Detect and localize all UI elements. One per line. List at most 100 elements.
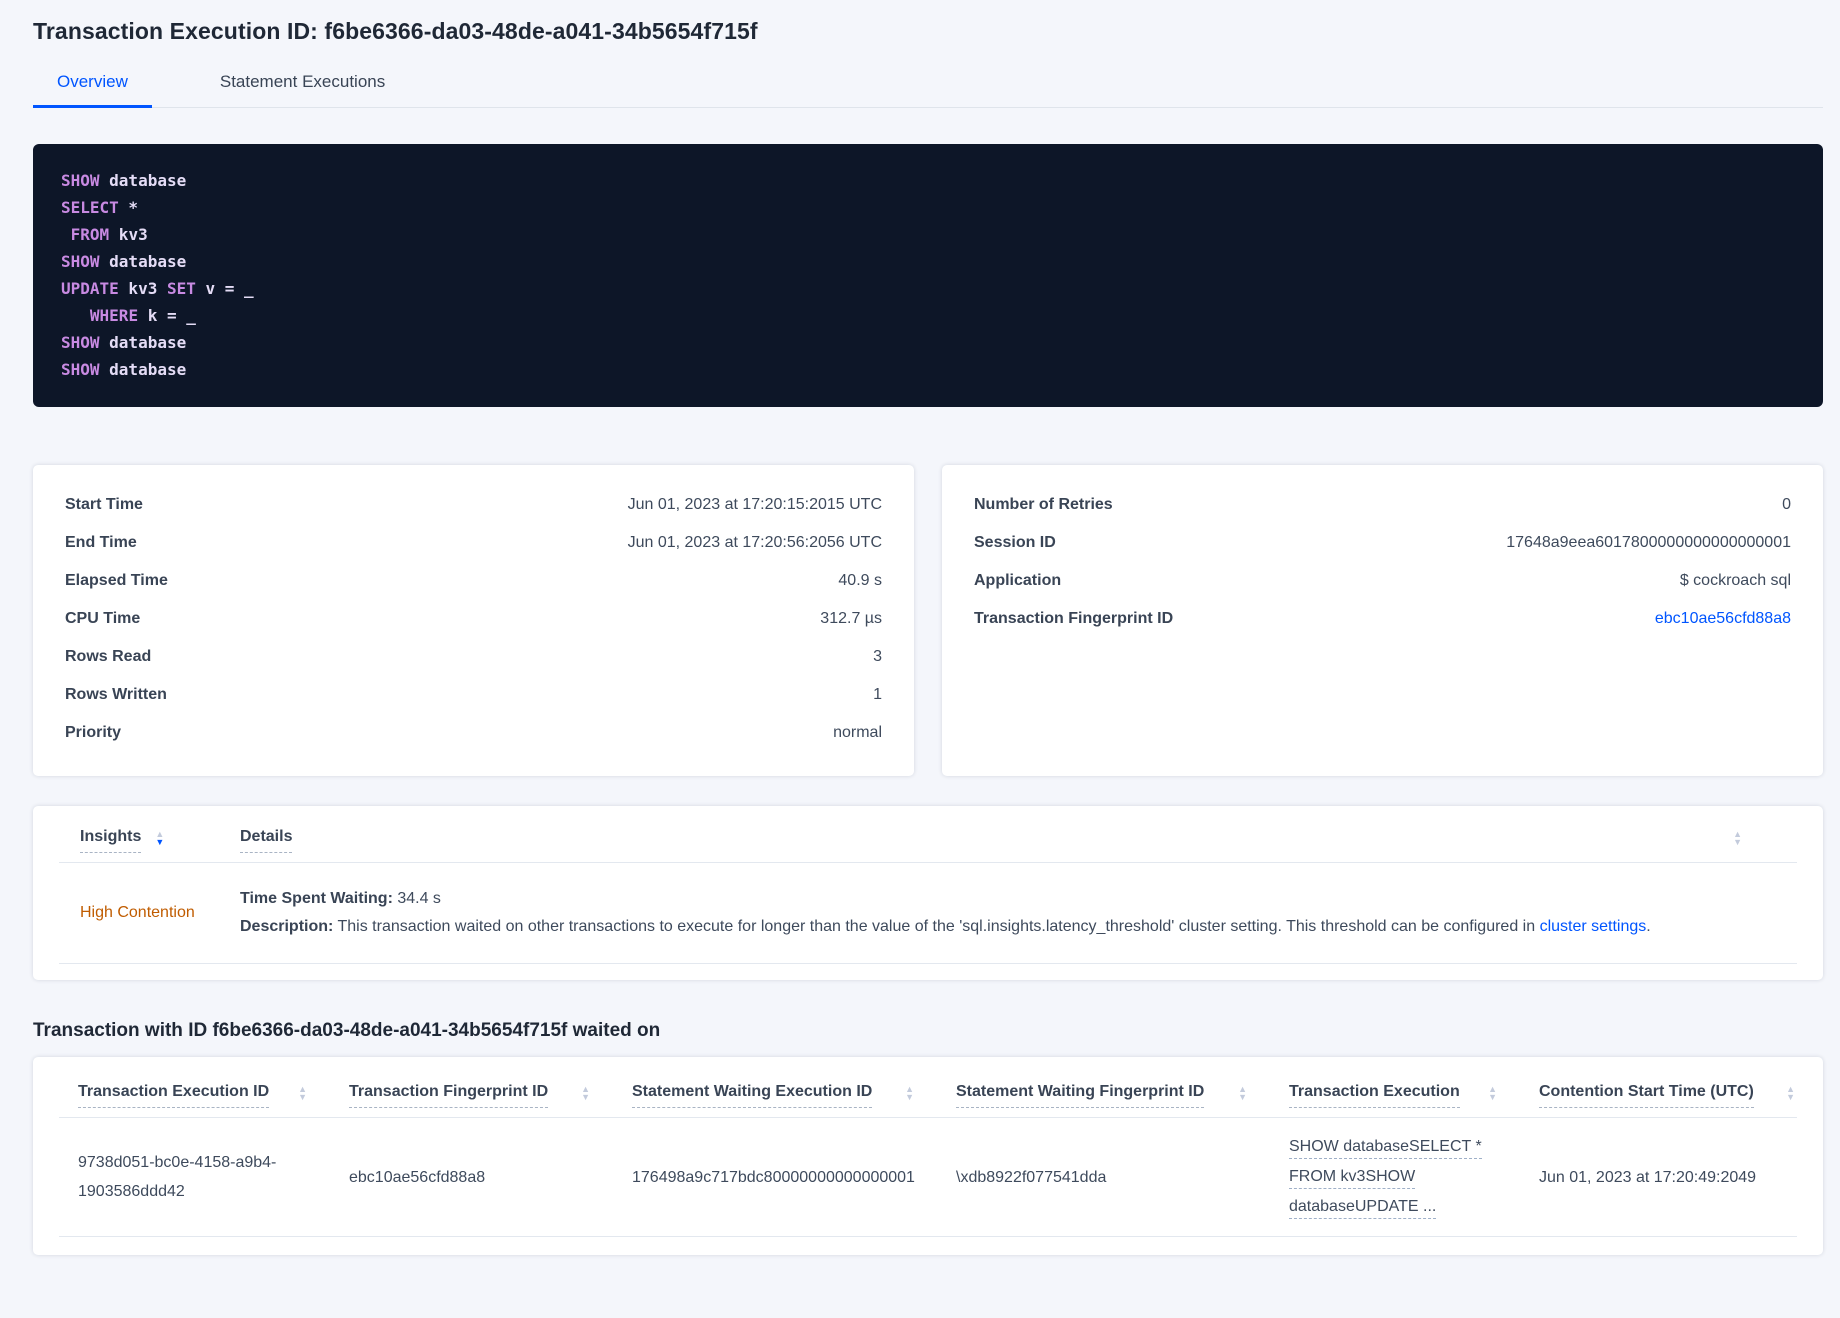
summary-value: 40.9 s bbox=[838, 572, 882, 589]
summary-label: Rows Read bbox=[65, 648, 152, 665]
sort-icon[interactable]: ▲ ▼ bbox=[581, 1085, 590, 1102]
column-label[interactable]: Transaction Execution bbox=[1289, 1083, 1460, 1108]
summary-row: Number of Retries 0 bbox=[974, 486, 1791, 524]
tab-overview[interactable]: Overview bbox=[33, 72, 152, 108]
sql-keyword: WHERE bbox=[89, 306, 139, 325]
sql-keyword: FROM bbox=[70, 225, 110, 244]
summary-label: Number of Retries bbox=[974, 496, 1113, 513]
column-header-contention-start-time: Contention Start Time (UTC) ▲ ▼ bbox=[1539, 1083, 1797, 1108]
session-summary-card: Number of Retries 0 Session ID 17648a9eea60… bbox=[942, 465, 1823, 776]
cell-transaction-fingerprint-id: ebc10ae56cfd88a8 bbox=[349, 1168, 486, 1186]
sql-keyword: SHOW bbox=[61, 252, 100, 271]
summary-row: Rows Written 1 bbox=[65, 676, 882, 714]
summary-label: CPU Time bbox=[65, 610, 141, 627]
sql-line: SHOW database bbox=[61, 356, 1795, 383]
sql-identifier: database bbox=[99, 252, 187, 271]
sql-identifier: database bbox=[99, 360, 187, 379]
column-label[interactable]: Transaction Fingerprint ID bbox=[349, 1083, 549, 1108]
sort-icon[interactable]: ▲ ▼ bbox=[905, 1085, 914, 1102]
sql-keyword: SHOW bbox=[61, 171, 100, 190]
insight-type-badge: High Contention bbox=[80, 904, 195, 921]
summary-row: Transaction Fingerprint ID ebc10ae56cfd88… bbox=[974, 600, 1791, 638]
insight-row: High Contention Time Spent Waiting: 34.4… bbox=[59, 863, 1797, 963]
summary-value: 312.7 µs bbox=[820, 610, 882, 627]
transaction-execution-line[interactable]: databaseUPDATE ... bbox=[1289, 1196, 1437, 1219]
column-header-transaction-execution-id: Transaction Execution ID ▲ ▼ bbox=[78, 1083, 349, 1108]
sql-identifier bbox=[61, 225, 71, 244]
sql-line: WHERE k = _ bbox=[61, 302, 1795, 329]
column-label[interactable]: Statement Waiting Fingerprint ID bbox=[956, 1083, 1205, 1108]
sort-icon[interactable]: ▲ ▼ bbox=[1238, 1085, 1247, 1102]
waited-on-table-card: Transaction Execution ID ▲ ▼ Transaction … bbox=[33, 1057, 1823, 1255]
sql-keyword: SET bbox=[166, 279, 196, 298]
tab-bar: Overview Statement Executions bbox=[33, 72, 1823, 108]
sql-identifier: kv3 bbox=[118, 279, 167, 298]
summary-value: 17648a9eea6017800000000000000001 bbox=[1506, 534, 1791, 551]
insights-column-label[interactable]: Insights bbox=[80, 828, 142, 853]
sort-icon[interactable]: ▲ ▼ bbox=[155, 830, 164, 853]
summary-row: Application $ cockroach sql bbox=[974, 562, 1791, 600]
page-title: Transaction Execution ID: f6be6366-da03-… bbox=[33, 18, 758, 44]
summary-label: Session ID bbox=[974, 534, 1056, 551]
summary-label: Rows Written bbox=[65, 686, 167, 703]
sql-line: UPDATE kv3 SET v = _ bbox=[61, 275, 1795, 302]
time-spent-waiting-label: Time Spent Waiting: bbox=[240, 890, 393, 907]
summary-row: CPU Time 312.7 µs bbox=[65, 600, 882, 638]
summary-value: 3 bbox=[873, 648, 882, 665]
column-header-transaction-execution: Transaction Execution ▲ ▼ bbox=[1289, 1083, 1539, 1108]
summary-row: End Time Jun 01, 2023 at 17:20:56:2056 UT… bbox=[65, 524, 882, 562]
sql-identifier: v = _ bbox=[195, 279, 254, 298]
summary-value: Jun 01, 2023 at 17:20:15:2015 UTC bbox=[627, 496, 882, 513]
summary-label: Start Time bbox=[65, 496, 143, 513]
sql-identifier: database bbox=[99, 171, 187, 190]
sort-icon[interactable]: ▲ ▼ bbox=[1488, 1085, 1497, 1102]
sql-statements-box: SHOW database SELECT * FROM kv3 SHOW datab… bbox=[33, 144, 1823, 407]
insights-column-header: Insights ▲ ▼ bbox=[80, 828, 240, 853]
summary-row: Rows Read 3 bbox=[65, 638, 882, 676]
sql-identifier: kv3 bbox=[109, 225, 148, 244]
cell-contention-start-time: Jun 01, 2023 at 17:20:49:2049 bbox=[1539, 1168, 1757, 1186]
tab-statement-executions[interactable]: Statement Executions bbox=[196, 72, 409, 107]
sql-identifier bbox=[61, 306, 90, 325]
transaction-execution-line[interactable]: FROM kv3SHOW bbox=[1289, 1166, 1416, 1189]
sql-line: SHOW database bbox=[61, 167, 1795, 194]
sql-identifier: * bbox=[118, 198, 139, 217]
column-header-transaction-fingerprint-id: Transaction Fingerprint ID ▲ ▼ bbox=[349, 1083, 632, 1108]
summary-label: End Time bbox=[65, 534, 137, 551]
column-header-statement-waiting-execution-id: Statement Waiting Execution ID ▲ ▼ bbox=[632, 1083, 956, 1108]
summary-label: Application bbox=[974, 572, 1062, 589]
cell-statement-waiting-execution-id: 176498a9c717bdc80000000000000001 bbox=[632, 1168, 915, 1186]
time-spent-waiting: Time Spent Waiting: 34.4 s bbox=[240, 887, 1797, 911]
details-column-label[interactable]: Details bbox=[240, 828, 293, 853]
cell-statement-waiting-fingerprint-id: \xdb8922f077541dda bbox=[956, 1168, 1107, 1186]
insight-details: Time Spent Waiting: 34.4 s Description: … bbox=[240, 883, 1797, 943]
description-suffix: . bbox=[1646, 918, 1651, 935]
column-header-statement-waiting-fingerprint-id: Statement Waiting Fingerprint ID ▲ ▼ bbox=[956, 1083, 1289, 1108]
sort-icon[interactable]: ▲ ▼ bbox=[1733, 830, 1742, 847]
insight-description: Description: This transaction waited on … bbox=[240, 915, 1797, 939]
summary-value: Jun 01, 2023 at 17:20:56:2056 UTC bbox=[627, 534, 882, 551]
time-spent-waiting-value: 34.4 s bbox=[392, 890, 441, 907]
cell-transaction-execution-link[interactable]: SHOW databaseSELECT * FROM kv3SHOW datab… bbox=[1289, 1132, 1539, 1222]
sort-icon[interactable]: ▲ ▼ bbox=[298, 1085, 307, 1102]
column-label[interactable]: Statement Waiting Execution ID bbox=[632, 1083, 873, 1108]
column-label[interactable]: Contention Start Time (UTC) bbox=[1539, 1083, 1754, 1108]
transaction-execution-line[interactable]: SHOW databaseSELECT * bbox=[1289, 1136, 1482, 1159]
summary-value: normal bbox=[833, 724, 882, 741]
summary-label: Priority bbox=[65, 724, 122, 741]
sql-line: FROM kv3 bbox=[61, 221, 1795, 248]
cluster-settings-link[interactable]: cluster settings bbox=[1540, 918, 1647, 935]
summary-row: Session ID 17648a9eea60178000000000000000… bbox=[974, 524, 1791, 562]
summary-label: Elapsed Time bbox=[65, 572, 168, 589]
summary-value-link[interactable]: ebc10ae56cfd88a8 bbox=[1655, 610, 1791, 628]
sql-line: SELECT * bbox=[61, 194, 1795, 221]
sql-line: SHOW database bbox=[61, 248, 1795, 275]
summary-label: Transaction Fingerprint ID bbox=[974, 610, 1174, 627]
sql-identifier: database bbox=[99, 333, 187, 352]
sort-icon[interactable]: ▲ ▼ bbox=[1786, 1085, 1795, 1102]
cell-transaction-execution-id: 9738d051-bc0e-4158-a9b4-1903586ddd42 bbox=[78, 1154, 277, 1200]
transaction-details-page: Transaction Execution ID: f6be6366-da03-… bbox=[0, 0, 1840, 1318]
column-label[interactable]: Transaction Execution ID bbox=[78, 1083, 270, 1108]
sql-keyword: UPDATE bbox=[61, 279, 119, 298]
waited-on-table-header: Transaction Execution ID ▲ ▼ Transaction … bbox=[59, 1083, 1797, 1108]
